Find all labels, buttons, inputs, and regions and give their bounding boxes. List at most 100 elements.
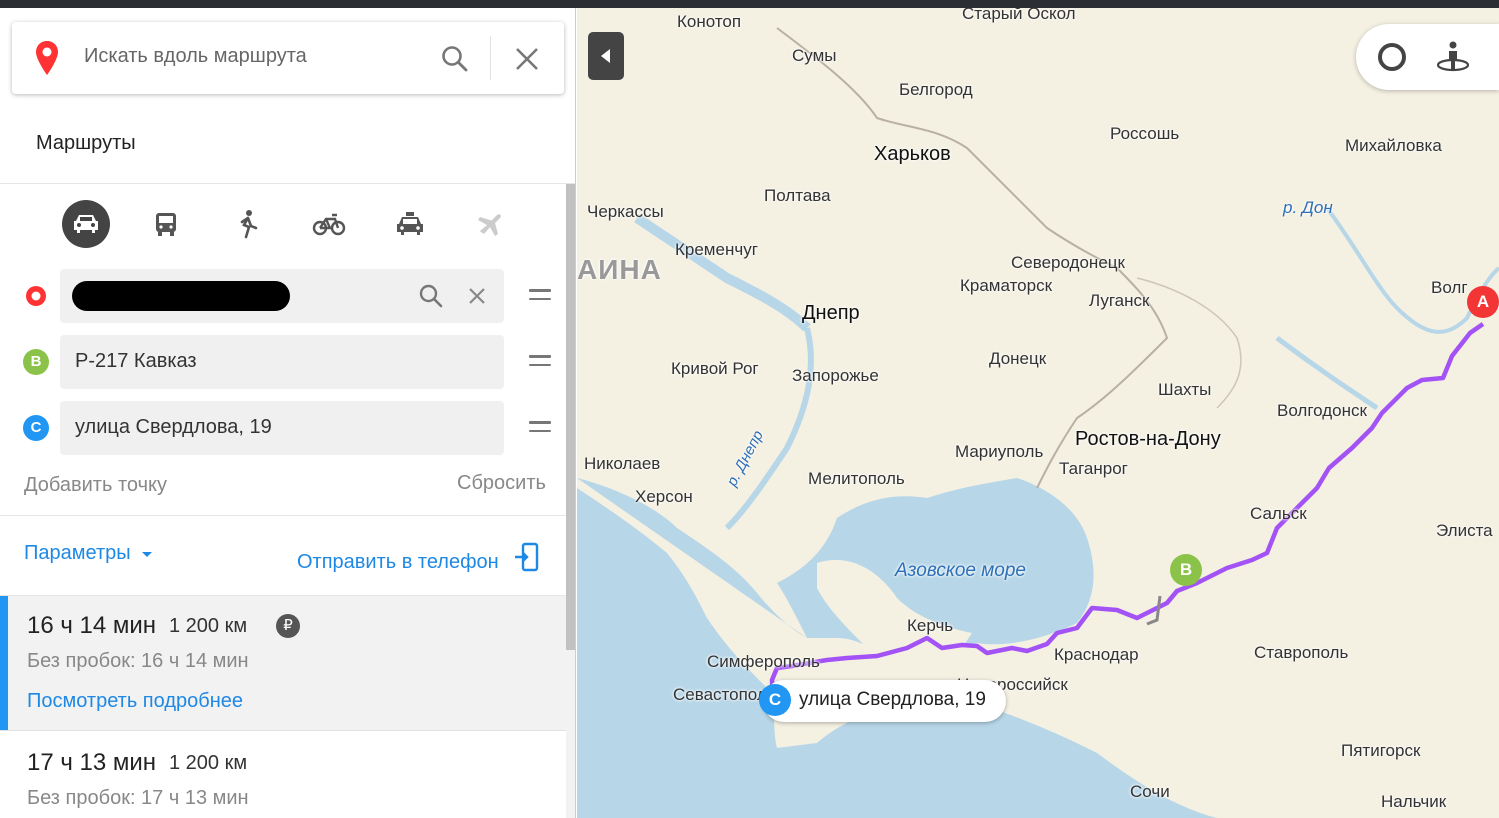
city-label: Россошь bbox=[1110, 124, 1180, 143]
river-label: р. Дон bbox=[1283, 198, 1333, 217]
redaction-blob bbox=[72, 281, 290, 311]
city-label: Черкассы bbox=[587, 202, 664, 221]
city-label: Днепр bbox=[802, 302, 860, 324]
city-label: Харьков bbox=[874, 143, 951, 165]
route-point-a-field[interactable] bbox=[60, 269, 504, 323]
send-to-phone-button[interactable]: Отправить в телефон bbox=[297, 542, 540, 574]
search-placeholder: Искать вдоль маршрута bbox=[84, 45, 307, 67]
car-icon bbox=[74, 215, 98, 233]
mode-taxi-button[interactable] bbox=[386, 200, 434, 248]
pedestrian-icon bbox=[240, 210, 258, 239]
point-b-letter: B bbox=[23, 349, 49, 375]
city-label: Сальск bbox=[1250, 504, 1307, 523]
city-label: Ставрополь bbox=[1254, 643, 1349, 662]
city-label: Сочи bbox=[1130, 782, 1170, 801]
bus-icon bbox=[156, 213, 176, 236]
bicycle-icon bbox=[312, 213, 346, 236]
city-label: Керчь bbox=[907, 616, 954, 635]
route-point-b-field[interactable]: Р-217 Кавказ bbox=[60, 335, 504, 389]
parameters-label: Параметры bbox=[24, 542, 131, 564]
city-label: Мариуполь bbox=[955, 442, 1044, 461]
drag-handle-icon[interactable] bbox=[529, 289, 551, 305]
city-label: Симферополь bbox=[707, 652, 820, 671]
route-variant-2[interactable]: 17 ч 13 мин 1 200 км Без пробок: 17 ч 13… bbox=[0, 730, 575, 818]
alice-icon[interactable] bbox=[1376, 41, 1408, 73]
city-label: Кременчуг bbox=[675, 240, 758, 259]
city-label: Херсон bbox=[635, 487, 693, 506]
taxi-icon bbox=[397, 212, 423, 235]
city-label: Краматорск bbox=[960, 276, 1053, 295]
panorama-icon[interactable] bbox=[1435, 39, 1471, 75]
map-pin-icon bbox=[36, 41, 58, 75]
marker-c[interactable]: C bbox=[759, 684, 791, 716]
destination-label[interactable]: улица Свердлова, 19 bbox=[763, 680, 1006, 722]
city-label: Краснодар bbox=[1054, 645, 1139, 664]
marker-a[interactable]: A bbox=[1467, 286, 1499, 318]
search-icon[interactable] bbox=[440, 44, 470, 74]
map-view[interactable]: Конотоп Старый Оскол Сумы Белгород Харьк… bbox=[577, 8, 1499, 818]
drag-handle-icon[interactable] bbox=[529, 421, 551, 437]
start-point-marker bbox=[26, 286, 46, 306]
marker-b[interactable]: B bbox=[1170, 554, 1202, 586]
city-label: Севастопол bbox=[673, 685, 767, 704]
mode-plane-button[interactable] bbox=[467, 200, 515, 248]
chevron-down-icon bbox=[142, 552, 153, 557]
collapse-panel-button[interactable] bbox=[588, 32, 624, 80]
city-label: Нальчик bbox=[1381, 792, 1447, 811]
route-variant-1[interactable]: 16 ч 14 мин 1 200 км ₽ Без пробок: 16 ч … bbox=[0, 596, 575, 730]
city-label: Николаев bbox=[584, 454, 661, 473]
route-time: 16 ч 14 мин bbox=[27, 612, 157, 639]
city-label: Старый Оскол bbox=[962, 8, 1076, 23]
mode-car-button[interactable] bbox=[62, 200, 110, 248]
city-label: Сумы bbox=[792, 46, 837, 65]
search-divider bbox=[490, 36, 491, 80]
routes-title: Маршруты bbox=[36, 132, 136, 154]
add-point-button[interactable]: Добавить точку bbox=[24, 474, 167, 497]
route-search-box[interactable]: Искать вдоль маршрута bbox=[12, 22, 564, 94]
city-label: Волг bbox=[1431, 278, 1468, 297]
mode-bus-button[interactable] bbox=[142, 200, 190, 248]
close-icon[interactable] bbox=[512, 44, 542, 74]
reset-button[interactable]: Сбросить bbox=[457, 472, 546, 495]
city-label: Пятигорск bbox=[1341, 741, 1421, 760]
country-label: АИНА bbox=[577, 254, 662, 285]
clear-icon[interactable] bbox=[468, 287, 486, 305]
point-c-letter: C bbox=[23, 415, 49, 441]
drag-handle-icon[interactable] bbox=[529, 355, 551, 371]
city-label: Элиста bbox=[1436, 521, 1493, 540]
city-label: Кривой Рог bbox=[671, 359, 759, 378]
route-point-c-field[interactable]: улица Свердлова, 19 bbox=[60, 401, 504, 455]
route-time: 17 ч 13 мин bbox=[27, 749, 157, 776]
city-label: Мелитополь bbox=[808, 469, 905, 488]
city-label: Ростов-на-Дону bbox=[1075, 428, 1221, 450]
city-label: Михайловка bbox=[1345, 136, 1442, 155]
route-distance: 1 200 км bbox=[169, 752, 248, 774]
mode-walk-button[interactable] bbox=[224, 200, 272, 248]
city-label: Волгодонск bbox=[1277, 401, 1367, 420]
city-label: Конотоп bbox=[677, 12, 742, 31]
sidebar-scroll-thumb[interactable] bbox=[566, 184, 575, 650]
route-distance: 1 200 км bbox=[169, 615, 248, 637]
city-label: Белгород bbox=[899, 80, 973, 99]
route-no-traffic-time: Без пробок: 17 ч 13 мин bbox=[27, 787, 249, 809]
city-label: Донецк bbox=[989, 349, 1047, 368]
divider bbox=[0, 183, 575, 184]
send-to-phone-label: Отправить в телефон bbox=[297, 551, 499, 573]
search-icon[interactable] bbox=[418, 283, 444, 309]
route-sidebar: Искать вдоль маршрута Маршруты B Р-217 К… bbox=[0, 8, 576, 818]
route-point-c-value: улица Свердлова, 19 bbox=[75, 416, 272, 438]
mode-bike-button[interactable] bbox=[305, 200, 353, 248]
city-label: Северодонецк bbox=[1011, 253, 1125, 272]
toll-road-icon: ₽ bbox=[276, 614, 300, 638]
divider bbox=[0, 515, 575, 516]
point-c-marker: C bbox=[20, 412, 52, 444]
route-details-link[interactable]: Посмотреть подробнее bbox=[27, 690, 243, 713]
city-label: Луганск bbox=[1089, 291, 1150, 310]
city-label: Запорожье bbox=[792, 366, 879, 385]
sea-label: Азовское море bbox=[895, 560, 1026, 581]
city-label: Шахты bbox=[1158, 380, 1212, 399]
parameters-button[interactable]: Параметры bbox=[24, 542, 154, 565]
plane-icon bbox=[478, 214, 501, 236]
route-point-b-value: Р-217 Кавказ bbox=[75, 350, 197, 372]
window-top-strip bbox=[0, 0, 1499, 8]
